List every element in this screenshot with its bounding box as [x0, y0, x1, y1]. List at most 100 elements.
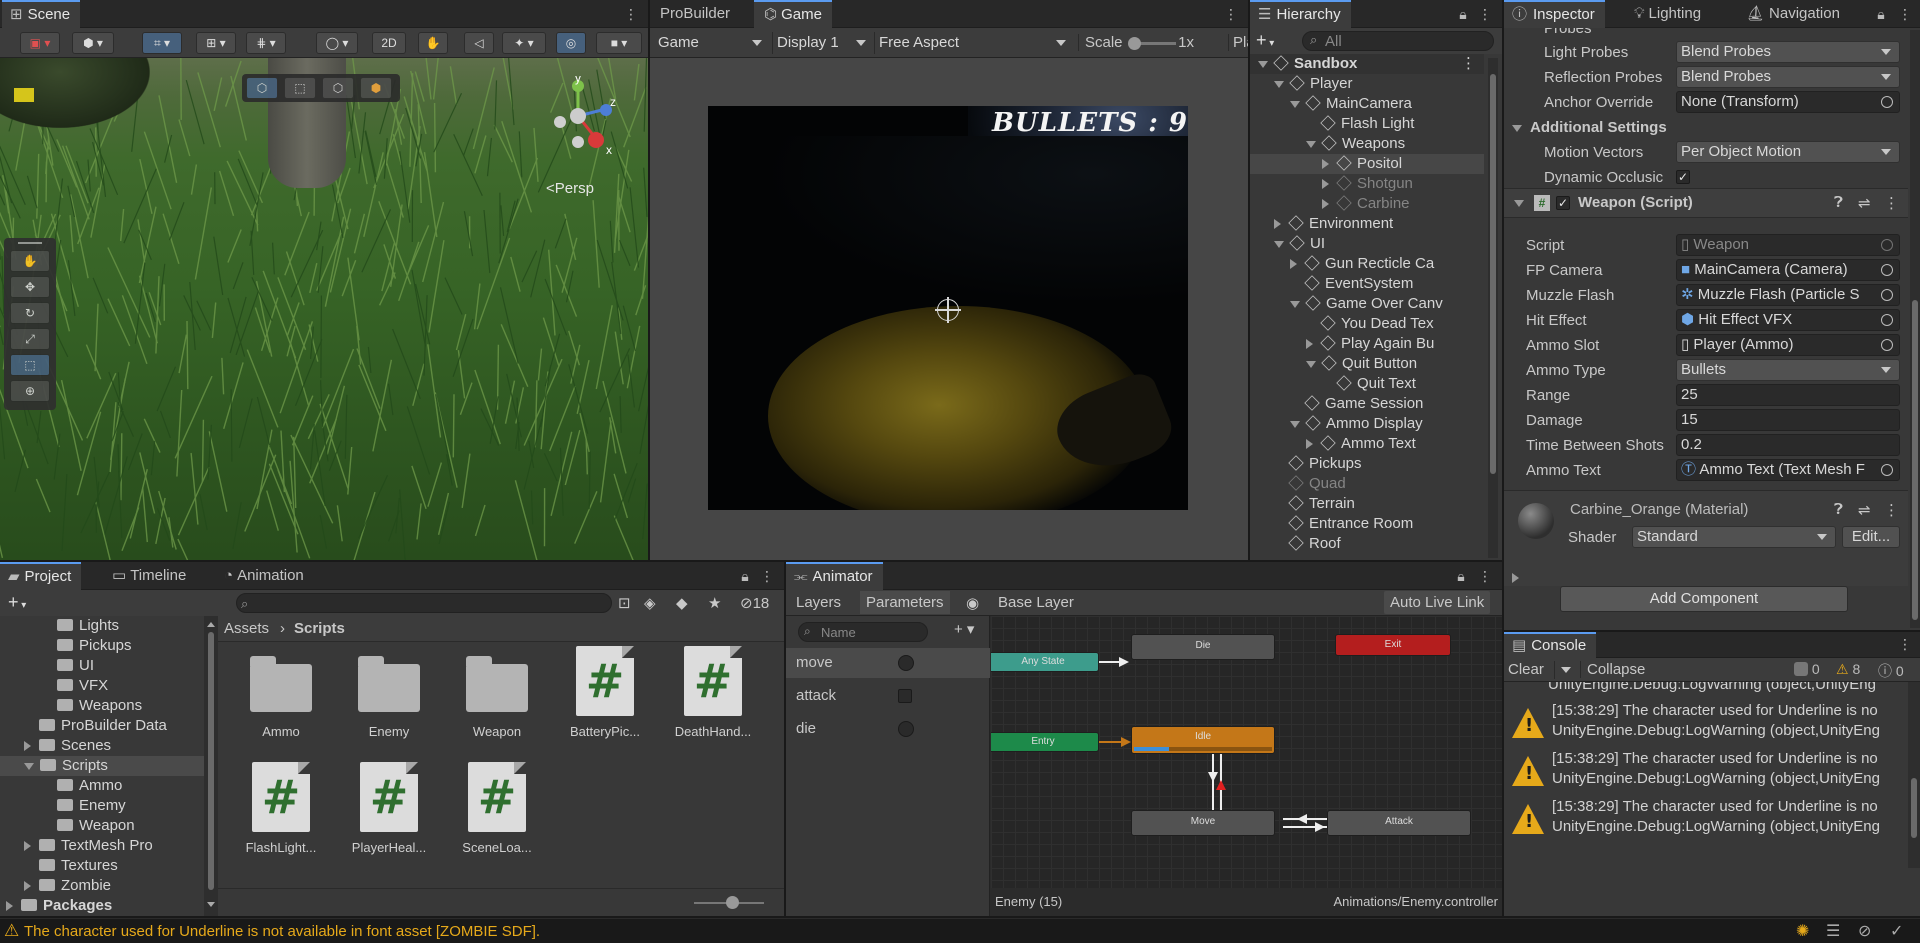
progress-status-icon[interactable]: ✓: [1890, 921, 1903, 941]
expand-icon[interactable]: [1306, 140, 1316, 148]
tab-animation[interactable]: ◔ Animation: [214, 562, 314, 590]
die-state-node[interactable]: Die: [1131, 634, 1275, 660]
object-picker-icon[interactable]: [1881, 96, 1893, 108]
animator-graph[interactable]: Any State Die Exit Entry Idle Move Attac…: [991, 616, 1502, 888]
hierarchy-item[interactable]: Play Again Bu: [1250, 334, 1484, 354]
grid-snap-icon[interactable]: ⋕ ▾: [246, 32, 286, 54]
preset-icon[interactable]: ⇌: [1858, 194, 1871, 212]
idle-state-node[interactable]: Idle: [1131, 726, 1275, 754]
scale-tool-icon[interactable]: ⤢: [10, 328, 50, 350]
range-input[interactable]: 25: [1676, 384, 1900, 406]
entry-node[interactable]: Entry: [991, 732, 1099, 752]
hierarchy-item[interactable]: Carbine: [1250, 194, 1484, 214]
time-between-shots-input[interactable]: 0.2: [1676, 434, 1900, 456]
hierarchy-item[interactable]: Pickups: [1250, 454, 1484, 474]
parameter-row[interactable]: attack: [786, 681, 990, 711]
hierarchy-item[interactable]: Ammo Display: [1250, 414, 1484, 434]
expand-icon[interactable]: [1306, 360, 1316, 368]
object-picker-icon[interactable]: [1881, 314, 1893, 326]
hierarchy-item[interactable]: EventSystem: [1250, 274, 1484, 294]
hierarchy-item[interactable]: Terrain: [1250, 494, 1484, 514]
lock-icon[interactable]: 🔒︎: [738, 566, 752, 586]
ammo-type-dropdown[interactable]: Bullets: [1676, 359, 1900, 381]
project-folder-item[interactable]: Enemy: [0, 796, 204, 816]
project-folder-item[interactable]: Lights: [0, 616, 204, 636]
help-icon[interactable]: ❓︎: [1834, 194, 1843, 211]
vertex-mode-icon[interactable]: ⬚: [284, 77, 316, 99]
object-picker-icon[interactable]: [1881, 264, 1893, 276]
project-folder-item[interactable]: ProBuilder Data: [0, 716, 204, 736]
expand-icon[interactable]: [1290, 420, 1300, 428]
preset-icon[interactable]: ⇌: [1858, 501, 1871, 519]
scroll-down-icon[interactable]: [207, 902, 215, 907]
hierarchy-item[interactable]: Quit Text: [1250, 374, 1484, 394]
hierarchy-item[interactable]: Quad: [1250, 474, 1484, 494]
cache-status-icon[interactable]: ☰: [1826, 921, 1840, 941]
gizmo-toggle-icon[interactable]: ⌗ ▾: [142, 32, 182, 54]
motion-vectors-dropdown[interactable]: Per Object Motion: [1676, 141, 1900, 163]
debug-status-icon[interactable]: ⊘: [1858, 921, 1871, 941]
face-mode-icon[interactable]: ⬢: [360, 77, 392, 99]
hierarchy-item[interactable]: MainCamera: [1250, 94, 1484, 114]
game-menu-icon[interactable]: ⋮: [1224, 4, 1238, 24]
tab-console[interactable]: ▤ Console: [1504, 632, 1597, 658]
add-component-button[interactable]: Add Component: [1560, 586, 1848, 612]
asset-item[interactable]: # DeathHand...: [660, 642, 766, 752]
collapse-button[interactable]: Collapse: [1580, 661, 1645, 678]
component-enabled-checkbox[interactable]: ✓: [1556, 196, 1570, 210]
collapse-icon[interactable]: [24, 881, 31, 892]
create-asset-button[interactable]: + ▾: [8, 592, 26, 613]
add-parameter-button[interactable]: + ▾: [954, 620, 974, 638]
render-mode-button[interactable]: ⬢ ▾: [72, 32, 114, 54]
edge-mode-icon[interactable]: ⬡: [322, 77, 354, 99]
asset-item[interactable]: # SceneLoa...: [444, 758, 550, 868]
damage-input[interactable]: 15: [1676, 409, 1900, 431]
hierarchy-item[interactable]: Weapons: [1250, 134, 1484, 154]
expand-icon[interactable]: [24, 762, 34, 770]
collapse-icon[interactable]: [1306, 339, 1313, 350]
hierarchy-item[interactable]: UI: [1250, 234, 1484, 254]
asset-item[interactable]: Weapon: [444, 642, 550, 752]
hierarchy-item[interactable]: Player: [1250, 74, 1484, 94]
info-count-toggle[interactable]: 0: [1794, 661, 1820, 677]
collapse-icon[interactable]: [24, 841, 31, 852]
console-scroll-thumb[interactable]: [1911, 778, 1917, 838]
tab-scene[interactable]: ⊞ Scene: [2, 0, 81, 28]
base-layer-breadcrumb[interactable]: Base Layer: [998, 594, 1074, 611]
collapse-icon[interactable]: [1322, 199, 1329, 210]
reflection-probes-dropdown[interactable]: Blend Probes: [1676, 66, 1900, 88]
project-folder-item[interactable]: Weapons: [0, 696, 204, 716]
project-folder-item[interactable]: Scripts: [0, 756, 204, 776]
shader-dropdown[interactable]: Standard: [1632, 526, 1836, 548]
hierarchy-item[interactable]: Sandbox ⋮: [1250, 54, 1484, 74]
tag-icon[interactable]: ◆: [676, 594, 688, 612]
rotate-tool-icon[interactable]: ↻: [10, 302, 50, 324]
lighting-status-icon[interactable]: ✺: [1796, 921, 1809, 941]
parameter-trigger-radio[interactable]: [898, 655, 914, 671]
create-button[interactable]: + ▾: [1256, 30, 1274, 51]
visibility-toggle-icon[interactable]: ◎: [556, 32, 586, 54]
console-scrollbar[interactable]: [1908, 682, 1920, 868]
lock-icon[interactable]: 🔒︎: [1874, 4, 1888, 24]
tab-timeline[interactable]: ▭ Timeline: [102, 562, 196, 590]
collapse-icon[interactable]: [1274, 219, 1281, 230]
anchor-override-field[interactable]: None (Transform): [1676, 91, 1900, 113]
expand-icon[interactable]: [1290, 300, 1300, 308]
tab-animator[interactable]: ⫘ Animator: [786, 562, 883, 590]
help-icon[interactable]: ❓︎: [1834, 501, 1843, 518]
hierarchy-scrollbar[interactable]: [1488, 58, 1498, 558]
scene-menu-icon[interactable]: ⋮: [1461, 54, 1476, 74]
game-mode-dropdown[interactable]: Game: [654, 32, 766, 54]
project-tree-scrollbar[interactable]: [204, 616, 218, 916]
hidden-packages-toggle[interactable]: ⊘18: [740, 594, 769, 612]
hierarchy-item[interactable]: Quit Button: [1250, 354, 1484, 374]
tab-layers[interactable]: Layers: [796, 594, 841, 611]
console-menu-icon[interactable]: ⋮: [1898, 634, 1912, 654]
material-menu-icon[interactable]: ⋮: [1884, 501, 1899, 519]
exit-node[interactable]: Exit: [1335, 634, 1451, 656]
project-folder-item[interactable]: Pickups: [0, 636, 204, 656]
move-state-node[interactable]: Move: [1131, 810, 1275, 836]
hierarchy-item[interactable]: Gun Recticle Ca: [1250, 254, 1484, 274]
search-by-label-icon[interactable]: ◈: [644, 594, 656, 612]
ammo-text-field[interactable]: Ⓣ Ammo Text (Text Mesh F: [1676, 459, 1900, 481]
